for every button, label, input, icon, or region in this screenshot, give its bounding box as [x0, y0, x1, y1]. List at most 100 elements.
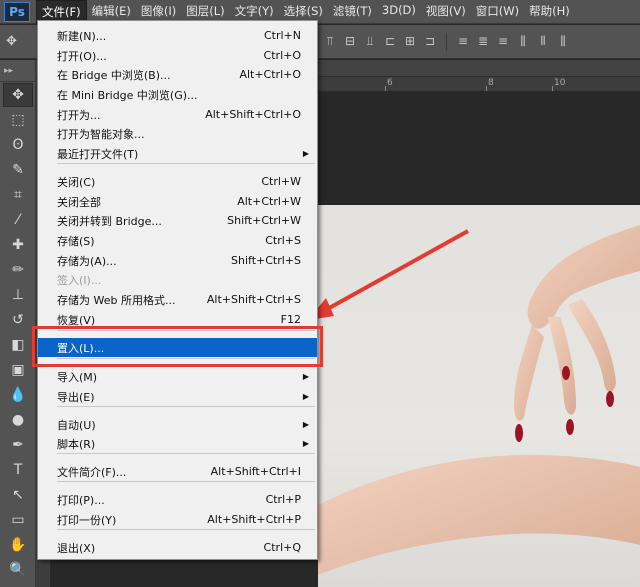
- file-menu-item[interactable]: 最近打开文件(T) ▶: [38, 144, 317, 163]
- divider: [446, 33, 447, 51]
- menu-item[interactable]: 窗口(W): [471, 0, 524, 24]
- align-left-icon[interactable]: ⊏: [382, 33, 398, 49]
- menu-item[interactable]: 视图(V): [421, 0, 471, 24]
- annotation-arrow: [308, 229, 469, 320]
- distribute-vcenter-icon[interactable]: ≣: [475, 33, 491, 49]
- menu-item-shortcut: Ctrl+N: [263, 29, 301, 42]
- file-menu-item[interactable]: 文件简介(F)... Alt+Shift+Ctrl+I: [38, 462, 317, 481]
- submenu-arrow-icon: ▶: [302, 372, 309, 381]
- type-tool-icon[interactable]: T: [3, 458, 33, 482]
- crop-tool-icon[interactable]: ⌗: [3, 183, 33, 207]
- file-menu-item[interactable]: 自动(U) ▶: [38, 415, 317, 434]
- ruler-tick: [385, 86, 386, 91]
- menu-item-label: 存储为(A)...: [57, 254, 117, 268]
- menu-item[interactable]: 3D(D): [377, 0, 421, 24]
- move-options-icon[interactable]: ✥: [6, 34, 17, 49]
- pen-tool-icon[interactable]: ✒: [3, 433, 33, 457]
- file-menu-item[interactable]: 存储为(A)... Shift+Ctrl+S: [38, 251, 317, 270]
- submenu-arrow-icon: ▶: [302, 439, 309, 448]
- file-menu-item[interactable]: 打印(P)... Ctrl+P: [38, 490, 317, 509]
- file-menu-item[interactable]: 存储为 Web 所用格式... Alt+Shift+Ctrl+S: [38, 290, 317, 309]
- file-menu-item[interactable]: 新建(N)... Ctrl+N: [38, 26, 317, 45]
- menu-item[interactable]: 滤镜(T): [328, 0, 377, 24]
- path-select-tool-icon[interactable]: ↖: [3, 483, 33, 507]
- align-top-icon[interactable]: ⫪: [322, 33, 338, 49]
- toolbox-panel: ▸▸ ✥ ⬚ ʘ ✎ ⌗ ⁄ ✚ ✏ ⊥ ↺ ◧ ▣ 💧 ● ✒ T ↖ ▭ ✋ 🔍: [0, 60, 36, 587]
- file-menu-item[interactable]: 打开为... Alt+Shift+Ctrl+O: [38, 105, 317, 124]
- menu-item-label: 退出(X): [57, 541, 96, 555]
- ruler-label: 10: [554, 78, 566, 88]
- zoom-tool-icon[interactable]: 🔍: [3, 558, 33, 582]
- eraser-tool-icon[interactable]: ◧: [3, 333, 33, 357]
- menu-item-label: 打开(O)...: [57, 49, 107, 63]
- distribute-left-icon[interactable]: ⫼: [515, 33, 531, 49]
- menu-separator: [57, 453, 315, 454]
- file-menu-item[interactable]: 退出(X) Ctrl+Q: [38, 538, 317, 557]
- gradient-tool-icon[interactable]: ▣: [3, 358, 33, 382]
- menu-item-shortcut: Shift+Ctrl+S: [231, 254, 301, 267]
- history-brush-tool-icon[interactable]: ↺: [3, 308, 33, 332]
- blur-tool-icon[interactable]: 💧: [3, 383, 33, 407]
- file-menu-item[interactable]: 关闭全部 Alt+Ctrl+W: [38, 192, 317, 211]
- menu-item-label: 在 Bridge 中浏览(B)...: [57, 68, 171, 82]
- menu-item-label: 存储(S): [57, 234, 95, 248]
- menu-separator: [57, 163, 315, 164]
- file-menu-item[interactable]: 在 Bridge 中浏览(B)... Alt+Ctrl+O: [38, 65, 317, 84]
- align-right-icon[interactable]: ⊐: [422, 33, 438, 49]
- ruler-label: 8: [488, 78, 494, 88]
- distribute-hcenter-icon[interactable]: ⦀: [535, 33, 551, 49]
- file-menu-item[interactable]: 脚本(R) ▶: [38, 434, 317, 453]
- toolbox-collapse-icon[interactable]: ▸▸: [0, 60, 35, 82]
- menu-item-label: 关闭全部: [57, 195, 101, 209]
- menu-item-label: 新建(N)...: [57, 29, 107, 43]
- menu-item-label: 导入(M): [57, 370, 98, 384]
- shape-tool-icon[interactable]: ▭: [3, 508, 33, 532]
- annotation-highlight-box: [32, 326, 323, 367]
- file-menu-item[interactable]: 关闭(C) Ctrl+W: [38, 172, 317, 191]
- file-menu-dropdown: 新建(N)... Ctrl+N 打开(O)... Ctrl+O 在 Bridge 中浏览…: [37, 20, 318, 560]
- dodge-tool-icon[interactable]: ●: [3, 408, 33, 432]
- eyedropper-tool-icon[interactable]: ⁄: [3, 208, 33, 232]
- menu-item-label: 存储为 Web 所用格式...: [57, 293, 176, 307]
- menu-separator: [57, 406, 315, 407]
- distribute-bottom-icon[interactable]: ≡: [495, 33, 511, 49]
- distribute-right-icon[interactable]: ⫼: [555, 33, 571, 49]
- file-menu-item: 签入(I)...: [38, 270, 317, 289]
- align-distribute-icons: ⫪ ⊟ ⫫ ⊏ ⊞ ⊐ ≡ ≣ ≡ ⫼ ⦀ ⫼: [322, 33, 571, 51]
- clone-stamp-tool-icon[interactable]: ⊥: [3, 283, 33, 307]
- menu-item-label: 最近打开文件(T): [57, 147, 139, 161]
- file-menu-item[interactable]: 导出(E) ▶: [38, 387, 317, 406]
- quick-select-tool-icon[interactable]: ✎: [3, 158, 33, 182]
- menu-item-label: 打印一份(Y): [57, 513, 117, 527]
- nail-mark: [515, 424, 523, 442]
- align-hcenter-icon[interactable]: ⊞: [402, 33, 418, 49]
- file-menu-item[interactable]: 在 Mini Bridge 中浏览(G)...: [38, 85, 317, 104]
- align-bottom-icon[interactable]: ⫫: [362, 33, 378, 49]
- file-menu-item[interactable]: 关闭并转到 Bridge... Shift+Ctrl+W: [38, 211, 317, 230]
- file-menu-item[interactable]: 打开为智能对象...: [38, 124, 317, 143]
- healing-brush-tool-icon[interactable]: ✚: [3, 233, 33, 257]
- file-menu-item[interactable]: 打开(O)... Ctrl+O: [38, 46, 317, 65]
- menu-item-shortcut: Alt+Ctrl+W: [237, 195, 301, 208]
- move-tool-icon[interactable]: ✥: [3, 83, 33, 107]
- ruler-tick: [552, 86, 553, 91]
- hand-tool-icon[interactable]: ✋: [3, 533, 33, 557]
- photoshop-logo: Ps: [4, 1, 30, 22]
- menu-item-shortcut: Shift+Ctrl+W: [227, 214, 301, 227]
- menu-item-shortcut: Alt+Shift+Ctrl+S: [206, 293, 301, 306]
- align-vcenter-icon[interactable]: ⊟: [342, 33, 358, 49]
- marquee-tool-icon[interactable]: ⬚: [3, 108, 33, 132]
- ruler-tick: [486, 86, 487, 91]
- menu-item-label: 文件简介(F)...: [57, 465, 127, 479]
- file-menu-item[interactable]: 存储(S) Ctrl+S: [38, 231, 317, 250]
- menu-item-label: 在 Mini Bridge 中浏览(G)...: [57, 88, 198, 102]
- distribute-top-icon[interactable]: ≡: [455, 33, 471, 49]
- file-menu-item[interactable]: 打印一份(Y) Alt+Shift+Ctrl+P: [38, 510, 317, 529]
- menu-item-label: 自动(U): [57, 418, 96, 432]
- submenu-arrow-icon: ▶: [302, 420, 309, 429]
- brush-tool-icon[interactable]: ✏: [3, 258, 33, 282]
- tool-list: ✥ ⬚ ʘ ✎ ⌗ ⁄ ✚ ✏ ⊥ ↺ ◧ ▣ 💧 ● ✒ T ↖ ▭ ✋ 🔍: [0, 83, 35, 582]
- menu-item[interactable]: 帮助(H): [524, 0, 575, 24]
- file-menu-item[interactable]: 导入(M) ▶: [38, 367, 317, 386]
- lasso-tool-icon[interactable]: ʘ: [3, 133, 33, 157]
